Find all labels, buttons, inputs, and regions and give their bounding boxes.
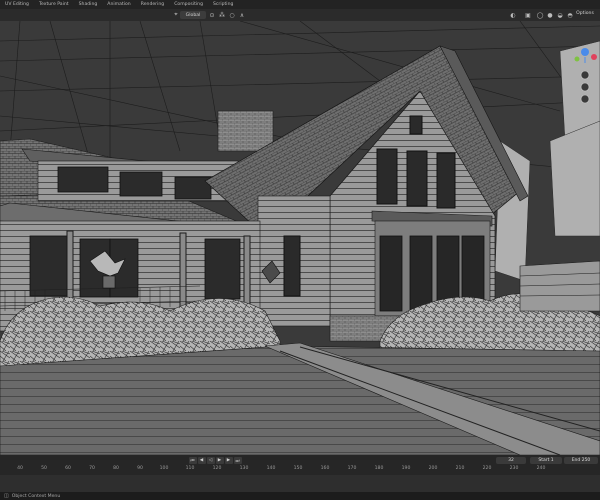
- ruler-tick: 150: [293, 466, 303, 471]
- ruler-tick: 170: [347, 466, 357, 471]
- ruler-tick: 60: [65, 466, 71, 471]
- current-frame-value: 32: [508, 458, 514, 463]
- ruler-tick: 210: [455, 466, 465, 471]
- ruler-tick: 80: [113, 466, 119, 471]
- ruler-tick: 40: [17, 466, 23, 471]
- workspace-tab-bar: UV Editing Texture Paint Shading Animati…: [0, 0, 600, 9]
- context-menu-hint: Object Context Menu: [11, 493, 61, 499]
- 3d-viewport[interactable]: [0, 21, 600, 455]
- shading-material-icon[interactable]: ◒: [556, 11, 564, 19]
- start-value: 1: [550, 458, 554, 463]
- ruler-tick: 190: [401, 466, 411, 471]
- shading-wireframe-icon[interactable]: ◯: [536, 11, 544, 19]
- tab-compositing[interactable]: Compositing: [169, 2, 208, 7]
- prev-keyframe-icon[interactable]: ◀: [197, 457, 206, 464]
- overlay-icon[interactable]: ◐: [509, 11, 517, 19]
- ruler-tick: 110: [185, 466, 195, 471]
- frame-ruler[interactable]: 40 50 60 70 80 90 100 110 120 130 140 15…: [0, 466, 600, 474]
- end-label: End: [571, 458, 581, 463]
- options-label: Options: [576, 10, 594, 16]
- tab-shading[interactable]: Shading: [74, 2, 103, 7]
- mouse-icon: ◫: [4, 493, 9, 499]
- start-frame-field[interactable]: Start 1: [530, 457, 562, 464]
- ruler-tick: 220: [482, 466, 492, 471]
- navigation-gizmo[interactable]: [572, 45, 598, 115]
- tab-rendering[interactable]: Rendering: [136, 2, 169, 7]
- play-icon[interactable]: ▶: [215, 457, 224, 464]
- ruler-tick: 180: [374, 466, 384, 471]
- playback-controls: ⏮ ◀ ◁ ▶ ▶ ⏭: [188, 456, 242, 465]
- tab-texture-paint[interactable]: Texture Paint: [34, 2, 74, 7]
- tab-uv-editing[interactable]: UV Editing: [0, 2, 34, 7]
- status-bar: ◫ Object Context Menu: [0, 492, 600, 500]
- ruler-tick: 70: [89, 466, 95, 471]
- transform-orientation-label: Global: [185, 12, 201, 18]
- xray-icon[interactable]: ▣: [524, 11, 532, 19]
- tab-animation[interactable]: Animation: [102, 2, 135, 7]
- end-frame-field[interactable]: End 250: [564, 457, 598, 464]
- end-value: 250: [581, 458, 591, 463]
- proportional-falloff-icon[interactable]: ∧: [238, 11, 246, 19]
- ruler-tick: 200: [428, 466, 438, 471]
- shading-solid-icon[interactable]: ●: [546, 11, 554, 19]
- ruler-tick: 50: [41, 466, 47, 471]
- ruler-tick: 240: [536, 466, 546, 471]
- ruler-tick: 130: [239, 466, 249, 471]
- transform-orientation-dropdown[interactable]: Global: [180, 11, 206, 19]
- play-reverse-icon[interactable]: ◁: [206, 457, 215, 464]
- transform-orientation-icon[interactable]: ⌖: [172, 11, 180, 19]
- tab-scripting[interactable]: Scripting: [208, 2, 238, 7]
- ruler-tick: 100: [159, 466, 169, 471]
- pivot-icon[interactable]: ⊙: [208, 11, 216, 19]
- ruler-tick: 120: [212, 466, 222, 471]
- timeline: ⏮ ◀ ◁ ▶ ▶ ⏭ 32 Start 1 End 250 40 50 60 …: [0, 455, 600, 475]
- jump-end-icon[interactable]: ⏭: [233, 457, 242, 464]
- start-label: Start: [538, 458, 550, 463]
- shading-rendered-icon[interactable]: ◓: [566, 11, 574, 19]
- options-button[interactable]: Options: [574, 10, 596, 16]
- ruler-tick: 90: [137, 466, 143, 471]
- snap-icon[interactable]: ⁂: [218, 11, 226, 19]
- current-frame-field[interactable]: 32: [496, 457, 526, 464]
- proportional-icon[interactable]: ○: [228, 11, 236, 19]
- jump-start-icon[interactable]: ⏮: [188, 457, 197, 464]
- gizmo-icon: [574, 48, 597, 104]
- next-keyframe-icon[interactable]: ▶: [224, 457, 233, 464]
- timeline-scrub-area[interactable]: [0, 475, 600, 492]
- house-wireframe-scene: [0, 21, 600, 455]
- ruler-tick: 140: [266, 466, 276, 471]
- ruler-tick: 160: [320, 466, 330, 471]
- ruler-tick: 230: [509, 466, 519, 471]
